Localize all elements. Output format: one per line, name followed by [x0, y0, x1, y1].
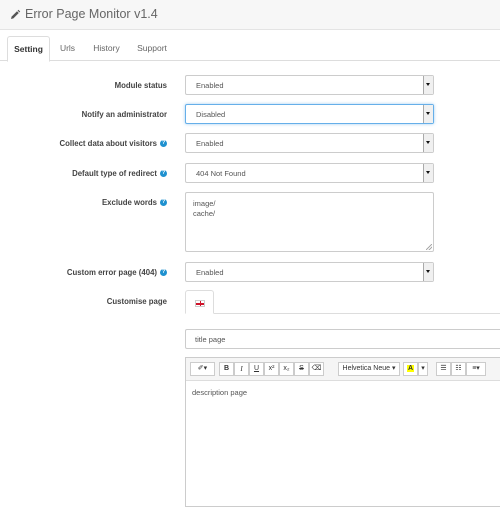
- chevron-down-icon[interactable]: [423, 134, 433, 152]
- font-color-icon: A: [406, 365, 415, 372]
- custom-error-page-select[interactable]: Enabled: [185, 262, 434, 282]
- italic-button[interactable]: I: [234, 362, 249, 376]
- collect-data-label: Collect data about visitors?: [59, 139, 167, 148]
- underline-button[interactable]: U: [249, 362, 264, 376]
- collect-data-select[interactable]: Enabled: [185, 133, 434, 153]
- chevron-down-icon[interactable]: [423, 164, 433, 182]
- font-name-dropdown[interactable]: Helvetica Neue ▾: [338, 362, 400, 376]
- font-name-value: Helvetica Neue: [342, 365, 390, 372]
- notify-admin-label: Notify an administrator: [81, 110, 167, 119]
- unordered-list-button[interactable]: ☰: [436, 362, 451, 376]
- redirect-type-value: 404 Not Found: [196, 169, 246, 178]
- collect-data-value: Enabled: [196, 139, 224, 148]
- chevron-down-icon: ▾: [391, 365, 396, 372]
- page-title-value: title page: [195, 335, 226, 344]
- redirect-type-select[interactable]: 404 Not Found: [185, 163, 434, 183]
- custom-error-page-value: Enabled: [196, 268, 224, 277]
- module-status-select[interactable]: Enabled: [185, 75, 434, 95]
- customise-page-label: Customise page: [106, 297, 167, 306]
- redirect-type-label: Default type of redirect?: [72, 169, 167, 178]
- tab-urls[interactable]: Urls: [55, 36, 80, 61]
- exclude-words-label: Exclude words?: [101, 198, 167, 207]
- module-status-label: Module status: [114, 81, 167, 90]
- help-icon[interactable]: ?: [160, 199, 167, 207]
- help-icon[interactable]: ?: [160, 140, 167, 148]
- help-icon[interactable]: ?: [160, 269, 167, 277]
- chevron-down-icon[interactable]: [423, 105, 433, 123]
- strikethrough-button[interactable]: S: [294, 362, 309, 376]
- help-icon[interactable]: ?: [160, 170, 167, 178]
- exclude-words-textarea[interactable]: image/ cache/: [185, 192, 434, 252]
- notify-admin-select[interactable]: Disabled: [185, 104, 434, 124]
- editor-toolbar: ✐▾ B I U x² x₂ S ⌫ Helvetica Neue ▾ A ▾ …: [186, 358, 500, 381]
- tab-support[interactable]: Support: [133, 36, 171, 61]
- resize-handle-icon[interactable]: [426, 244, 432, 250]
- exclude-words-value: image/ cache/: [193, 199, 216, 218]
- subscript-button[interactable]: x₂: [279, 362, 294, 376]
- paragraph-align-dropdown[interactable]: ≡▾: [466, 362, 486, 376]
- eraser-button[interactable]: ⌫: [309, 362, 324, 376]
- custom-error-page-label: Custom error page (404)?: [66, 268, 167, 277]
- bold-button[interactable]: B: [219, 362, 234, 376]
- page-title: Error Page Monitor v1.4: [25, 7, 158, 21]
- language-tab-english[interactable]: [185, 290, 214, 314]
- chevron-down-icon[interactable]: [423, 76, 433, 94]
- ordered-list-button[interactable]: ☷: [451, 362, 466, 376]
- tab-history[interactable]: History: [88, 36, 125, 61]
- language-tab-divider: [214, 313, 500, 314]
- magic-style-button[interactable]: ✐▾: [190, 362, 215, 376]
- uk-flag-icon: [195, 300, 205, 307]
- description-editor[interactable]: ✐▾ B I U x² x₂ S ⌫ Helvetica Neue ▾ A ▾ …: [185, 357, 500, 507]
- notify-admin-value: Disabled: [196, 110, 226, 119]
- font-color-button[interactable]: A: [403, 362, 418, 376]
- page-title-input[interactable]: title page: [185, 329, 500, 349]
- editor-content[interactable]: description page: [192, 388, 247, 397]
- tab-setting[interactable]: Setting: [7, 36, 50, 62]
- chevron-down-icon[interactable]: [423, 263, 433, 281]
- panel-heading: Error Page Monitor v1.4: [0, 0, 500, 30]
- pencil-icon: [11, 9, 21, 19]
- font-color-dropdown[interactable]: ▾: [418, 362, 428, 376]
- module-status-value: Enabled: [196, 81, 224, 90]
- tab-bar: Setting Urls History Support: [0, 36, 500, 62]
- superscript-button[interactable]: x²: [264, 362, 279, 376]
